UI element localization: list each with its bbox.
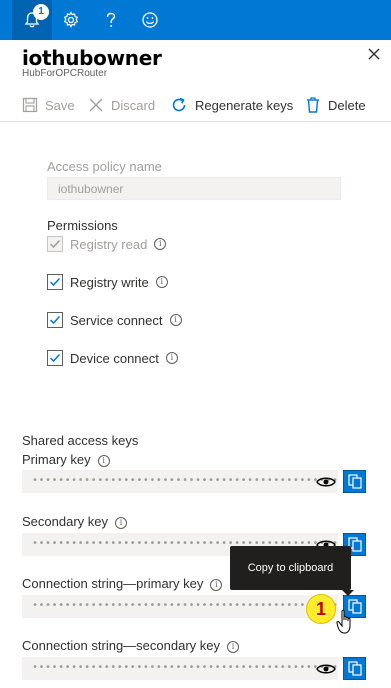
device-connect-checkbox[interactable] [47, 350, 63, 366]
service-connect-checkbox[interactable] [47, 312, 63, 328]
refresh-icon [172, 97, 186, 112]
help-button[interactable] [91, 0, 131, 40]
info-icon[interactable]: i [154, 238, 167, 250]
primary-key-label-text: Primary key [22, 452, 91, 467]
device-connect-label: Device connect [70, 350, 159, 366]
secondary-key-label: Secondary key i [22, 514, 127, 529]
permission-registry-write[interactable]: Registry write i [47, 273, 168, 291]
registry-write-checkbox[interactable] [47, 274, 63, 290]
info-icon[interactable]: i [165, 352, 178, 364]
info-icon[interactable]: i [210, 579, 223, 591]
shared-access-keys-heading: Shared access keys [22, 433, 139, 448]
access-policy-name-label: Access policy name [47, 159, 162, 174]
discard-button[interactable]: Discard [88, 94, 155, 116]
save-button[interactable]: Save [22, 94, 75, 116]
primary-key-field[interactable]: ••••••••••••••••••••••••••••••••••••••••… [22, 470, 338, 493]
close-icon [368, 48, 380, 60]
permission-device-connect[interactable]: Device connect i [47, 349, 178, 367]
feedback-button[interactable] [130, 0, 170, 40]
blade-title: iothubowner [22, 46, 162, 70]
info-icon[interactable]: i [115, 517, 127, 529]
registry-read-checkbox [47, 236, 63, 252]
settings-button[interactable] [51, 0, 91, 40]
notifications-button[interactable]: 1 [12, 0, 52, 40]
connection-string-primary-label-text: Connection string—primary key [22, 576, 204, 591]
regenerate-keys-label: Regenerate keys [195, 97, 294, 113]
close-button[interactable] [366, 46, 386, 66]
checkmark-icon [49, 353, 61, 363]
connection-string-secondary-label-text: Connection string—secondary key [22, 638, 220, 653]
eye-icon[interactable] [316, 475, 336, 489]
access-policy-name-field: iothubowner [47, 177, 341, 200]
discard-label: Discard [111, 97, 156, 113]
permission-service-connect[interactable]: Service connect i [47, 311, 182, 329]
registry-write-label: Registry write [70, 274, 149, 290]
copy-tooltip: Copy to clipboard [230, 546, 354, 596]
copy-icon [347, 661, 362, 676]
copy-connection-string-secondary-button[interactable] [343, 657, 366, 680]
smiley-icon [142, 12, 158, 28]
hand-cursor-icon [336, 609, 351, 634]
info-icon[interactable]: i [155, 276, 168, 288]
copy-icon [347, 474, 362, 489]
save-label: Save [45, 97, 75, 113]
delete-button[interactable]: Delete [305, 94, 366, 116]
connection-string-primary-field[interactable]: ••••••••••••••••••••••••••••••••••••••••… [22, 595, 338, 618]
primary-key-label: Primary key i [22, 452, 110, 467]
checkmark-icon [49, 239, 61, 249]
service-connect-label: Service connect [70, 312, 163, 328]
portal-top-bar: 1 [0, 0, 391, 40]
save-icon [22, 97, 38, 113]
trash-icon [307, 97, 319, 113]
blade-subtitle: HubForOPCRouter [22, 68, 108, 79]
regenerate-keys-button[interactable]: Regenerate keys [170, 94, 293, 116]
delete-label: Delete [328, 97, 366, 113]
connection-string-primary-label: Connection string—primary key i [22, 576, 223, 591]
connection-string-secondary-label: Connection string—secondary key i [22, 638, 239, 653]
secondary-key-label-text: Secondary key [22, 514, 108, 529]
connection-string-secondary-field[interactable]: ••••••••••••••••••••••••••••••••••••••••… [22, 657, 338, 680]
discard-icon [89, 98, 103, 112]
command-bar-divider [0, 121, 391, 122]
info-icon[interactable]: i [97, 455, 110, 467]
step-number-badge: 1 [306, 594, 336, 624]
registry-read-label: Registry read [70, 236, 148, 252]
eye-icon[interactable] [316, 662, 336, 676]
permissions-label: Permissions [47, 218, 118, 233]
permission-registry-read: Registry read i [47, 235, 167, 253]
help-icon [106, 12, 116, 27]
checkmark-icon [49, 315, 61, 325]
copy-primary-key-button[interactable] [343, 470, 366, 493]
notification-count-badge: 1 [33, 4, 49, 20]
gear-icon [63, 11, 79, 28]
checkmark-icon [49, 277, 61, 287]
info-icon[interactable]: i [227, 641, 239, 653]
info-icon[interactable]: i [169, 314, 182, 326]
